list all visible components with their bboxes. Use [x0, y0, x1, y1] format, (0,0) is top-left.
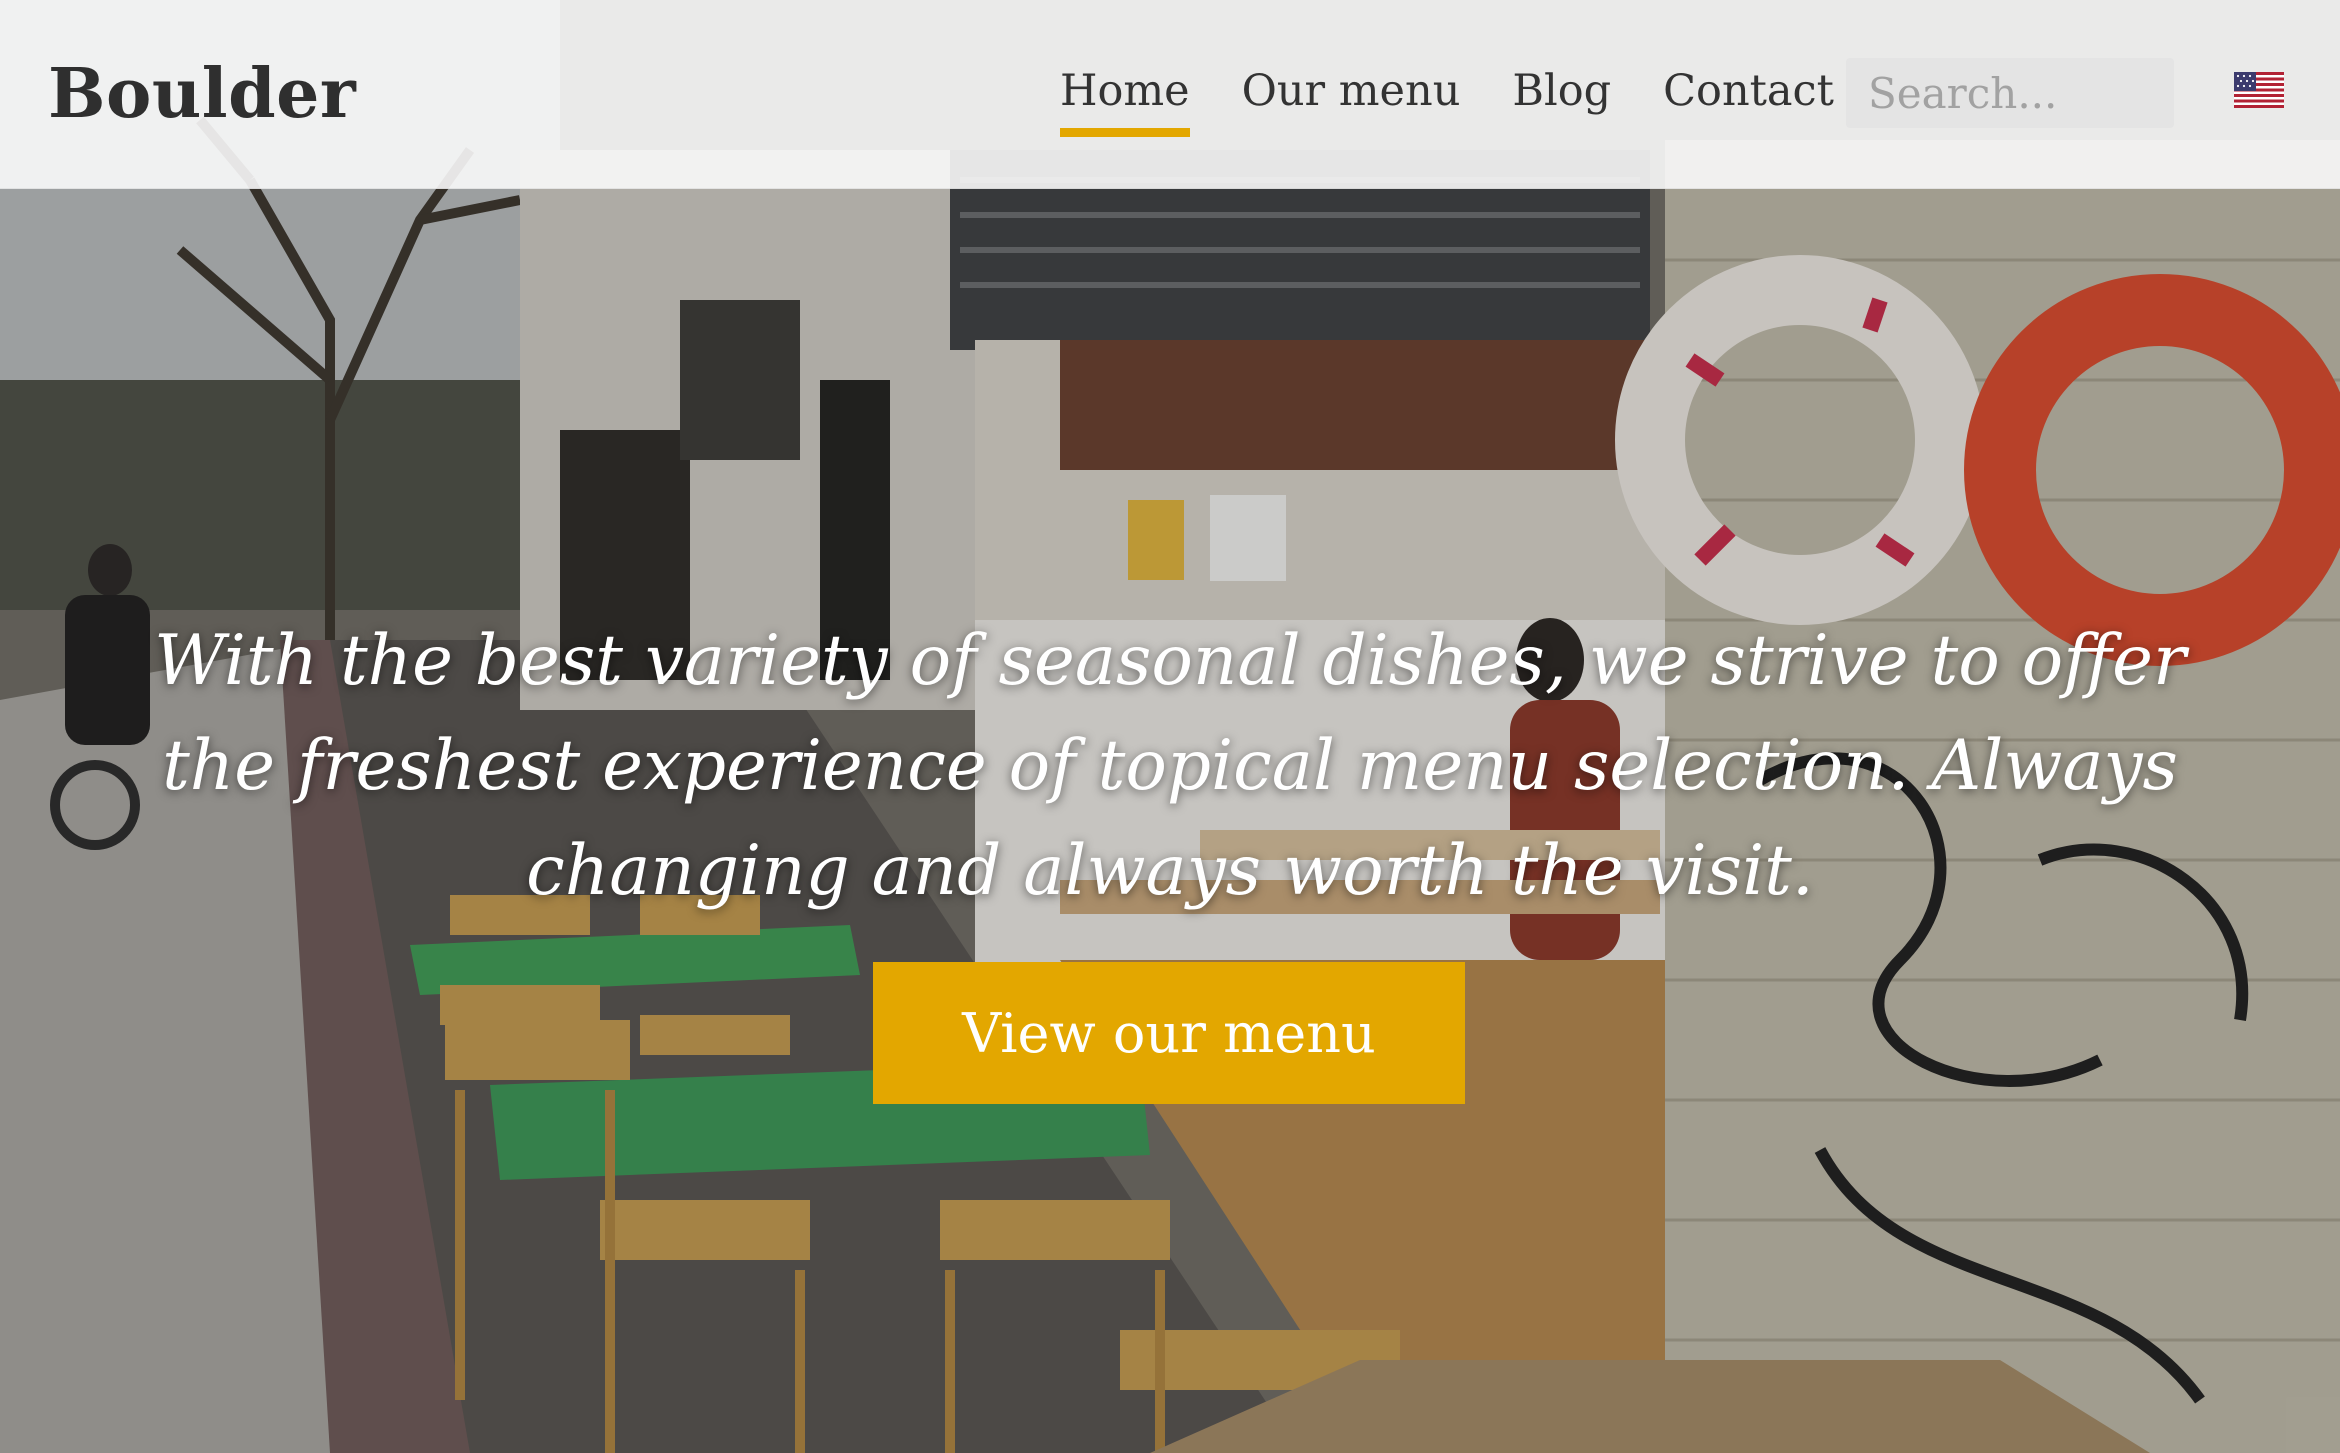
main-nav: Home Our menu Blog Contact	[1060, 62, 1834, 137]
page: Boulder Home Our menu Blog Contact Searc…	[0, 0, 2340, 1453]
nav-item-home[interactable]: Home	[1060, 62, 1190, 137]
site-header: Boulder Home Our menu Blog Contact	[0, 0, 2340, 189]
us-flag-icon[interactable]	[2234, 72, 2284, 108]
nav-item-blog[interactable]: Blog	[1512, 62, 1611, 137]
nav-item-our-menu[interactable]: Our menu	[1242, 62, 1461, 137]
view-menu-button[interactable]: View our menu	[873, 962, 1465, 1104]
hero-tagline: With the best variety of seasonal dishes…	[154, 621, 2186, 911]
search-input[interactable]	[1846, 58, 2174, 128]
site-logo[interactable]: Boulder	[48, 52, 356, 136]
nav-item-contact[interactable]: Contact	[1663, 62, 1834, 137]
